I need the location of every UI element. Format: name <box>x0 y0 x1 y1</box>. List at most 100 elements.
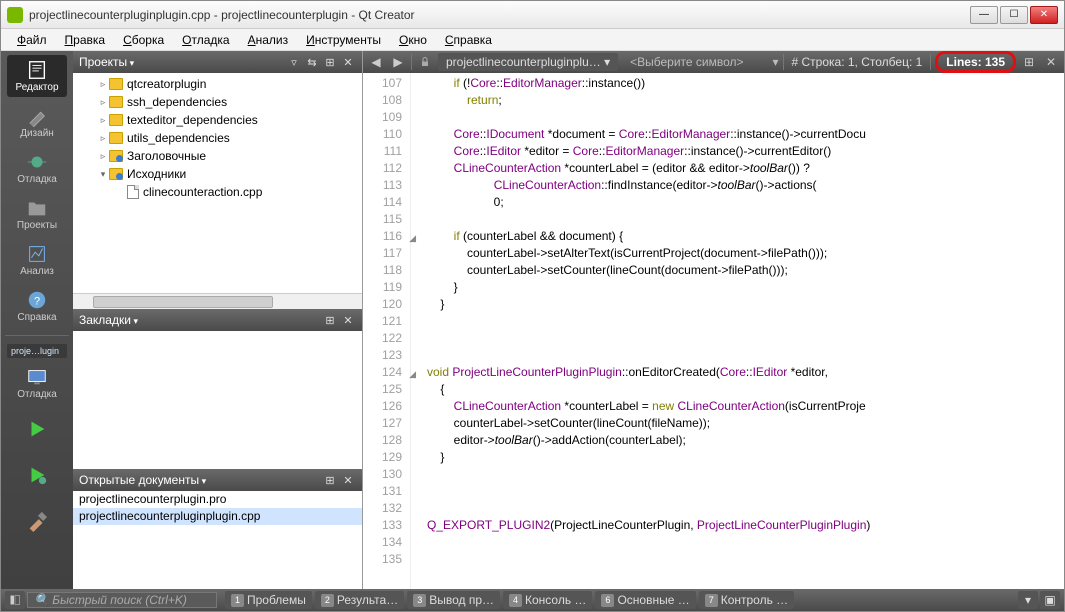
menu-отладка[interactable]: Отладка <box>174 31 237 49</box>
open-doc-item[interactable]: projectlinecounterpluginplugin.cpp <box>73 508 362 525</box>
nav-forward-button[interactable]: ▶ <box>389 53 407 71</box>
lock-icon[interactable] <box>416 53 434 71</box>
code-content[interactable]: if (!Core::EditorManager::instance()) re… <box>411 73 1064 589</box>
folder-icon <box>109 78 123 90</box>
build-button[interactable] <box>7 500 67 542</box>
tree-label: qtcreatorplugin <box>127 77 206 91</box>
help-icon: ? <box>26 289 48 311</box>
menu-окно[interactable]: Окно <box>391 31 435 49</box>
run-button[interactable] <box>7 408 67 450</box>
hammer-icon <box>26 510 48 532</box>
analyze-icon <box>26 243 48 265</box>
code-editor[interactable]: 107108109110111112113114115116◢117118119… <box>363 73 1064 589</box>
editor-icon <box>26 59 48 81</box>
folder-icon <box>109 114 123 126</box>
panel-close-icon[interactable]: ✕ <box>340 54 356 70</box>
projects-tree[interactable]: ▹qtcreatorplugin▹ssh_dependencies▹texted… <box>73 73 362 293</box>
split-icon[interactable]: ⊞ <box>322 472 338 488</box>
mode-editor[interactable]: Редактор <box>7 55 67 97</box>
tree-item[interactable]: ▹texteditor_dependencies <box>73 111 362 129</box>
close-editor-icon[interactable]: ✕ <box>1042 53 1060 71</box>
panel-close-icon[interactable]: ✕ <box>340 312 356 328</box>
projects-dropdown[interactable]: Проекты <box>79 55 284 69</box>
menu-инструменты[interactable]: Инструменты <box>298 31 389 49</box>
mode-analyze[interactable]: Анализ <box>7 239 67 281</box>
qt-icon <box>7 7 23 23</box>
target-debug[interactable]: Отладка <box>7 362 67 404</box>
tree-label: Заголовочные <box>127 149 206 163</box>
mode-debug[interactable]: Отладка <box>7 147 67 189</box>
tree-label: ssh_dependencies <box>127 95 227 109</box>
folder-icon <box>109 132 123 144</box>
folder-icon <box>109 96 123 108</box>
menu-файл[interactable]: Файл <box>9 31 55 49</box>
tree-item[interactable]: ▾Исходники <box>73 165 362 183</box>
project-selector[interactable]: proje…lugin <box>7 344 67 358</box>
minimize-button[interactable]: — <box>970 6 998 24</box>
play-bug-icon <box>26 464 48 486</box>
symbol-selector[interactable]: <Выберите символ> ▾ <box>622 55 778 69</box>
panel-close-icon[interactable]: ✕ <box>340 472 356 488</box>
split-editor-icon[interactable]: ⊞ <box>1020 53 1038 71</box>
tree-label: texteditor_dependencies <box>127 113 258 127</box>
file-icon <box>127 185 139 199</box>
sidebar-icon <box>9 594 21 606</box>
design-icon <box>26 105 48 127</box>
folder-blue-icon <box>109 150 123 162</box>
projects-panel-header: Проекты ▿ ⇆ ⊞ ✕ <box>73 51 362 73</box>
close-button[interactable]: ✕ <box>1030 6 1058 24</box>
menu-анализ[interactable]: Анализ <box>240 31 297 49</box>
toggle-sidebar-button[interactable] <box>5 591 25 609</box>
open-doc-item[interactable]: projectlinecounterplugin.pro <box>73 491 362 508</box>
tree-item[interactable]: clinecounteraction.cpp <box>73 183 362 201</box>
line-gutter[interactable]: 107108109110111112113114115116◢117118119… <box>363 73 411 589</box>
tree-scrollbar[interactable] <box>73 293 362 309</box>
folder-blue-icon <box>109 168 123 180</box>
mode-help[interactable]: ? Справка <box>7 285 67 327</box>
menu-правка[interactable]: Правка <box>57 31 114 49</box>
mode-projects[interactable]: Проекты <box>7 193 67 235</box>
sync-icon[interactable]: ⇆ <box>304 54 320 70</box>
split-icon[interactable]: ⊞ <box>322 312 338 328</box>
mode-design[interactable]: Дизайн <box>7 101 67 143</box>
run-debug-button[interactable] <box>7 454 67 496</box>
menu-сборка[interactable]: Сборка <box>115 31 172 49</box>
monitor-icon <box>26 366 48 388</box>
file-selector[interactable]: projectlinecounterpluginplu… ▾ <box>438 53 618 71</box>
editor-area: ◀ ▶ projectlinecounterpluginplu… ▾ <Выбе… <box>363 51 1064 589</box>
editor-toolbar: ◀ ▶ projectlinecounterpluginplu… ▾ <Выбе… <box>363 51 1064 73</box>
menu-справка[interactable]: Справка <box>437 31 500 49</box>
bookmarks-panel: Закладки ⊞ ✕ <box>73 309 362 469</box>
tree-item[interactable]: ▹qtcreatorplugin <box>73 75 362 93</box>
quick-search-input[interactable]: 🔍 Быстрый поиск (Ctrl+K) <box>27 592 217 608</box>
bug-icon <box>26 151 48 173</box>
output-menu-button[interactable]: ▾ <box>1018 591 1038 609</box>
output-tab-2[interactable]: 2Результа… <box>315 591 404 609</box>
output-tab-3[interactable]: 3Вывод пр… <box>407 591 500 609</box>
tree-label: utils_dependencies <box>127 131 230 145</box>
output-tab-7[interactable]: 7Контроль … <box>699 591 794 609</box>
filter-icon[interactable]: ▿ <box>286 54 302 70</box>
window-title: projectlinecounterpluginplugin.cpp - pro… <box>29 8 970 22</box>
output-tab-4[interactable]: 4Консоль … <box>503 591 592 609</box>
line-count-badge: Lines: 135 <box>935 51 1016 73</box>
mode-sidebar: Редактор Дизайн Отладка Проекты Анализ ?… <box>1 51 73 589</box>
side-panels: Проекты ▿ ⇆ ⊞ ✕ ▹qtcreatorplugin▹ssh_dep… <box>73 51 363 589</box>
search-icon: 🔍 <box>34 593 52 607</box>
bookmarks-dropdown[interactable]: Закладки <box>79 313 320 327</box>
tree-item[interactable]: ▹Заголовочные <box>73 147 362 165</box>
window-titlebar: projectlinecounterpluginplugin.cpp - pro… <box>1 1 1064 29</box>
tree-item[interactable]: ▹utils_dependencies <box>73 129 362 147</box>
svg-text:?: ? <box>34 296 40 308</box>
progress-button[interactable]: ▣ <box>1040 591 1060 609</box>
open-documents-panel: Открытые документы ⊞ ✕ projectlinecounte… <box>73 469 362 589</box>
output-tab-1[interactable]: 1Проблемы <box>225 591 312 609</box>
folder-icon <box>26 197 48 219</box>
tree-item[interactable]: ▹ssh_dependencies <box>73 93 362 111</box>
opendocs-list[interactable]: projectlinecounterplugin.proprojectlinec… <box>73 491 362 589</box>
split-icon[interactable]: ⊞ <box>322 54 338 70</box>
maximize-button[interactable]: ☐ <box>1000 6 1028 24</box>
output-tab-6[interactable]: 6Основные … <box>595 591 695 609</box>
opendocs-dropdown[interactable]: Открытые документы <box>79 473 320 487</box>
nav-back-button[interactable]: ◀ <box>367 53 385 71</box>
